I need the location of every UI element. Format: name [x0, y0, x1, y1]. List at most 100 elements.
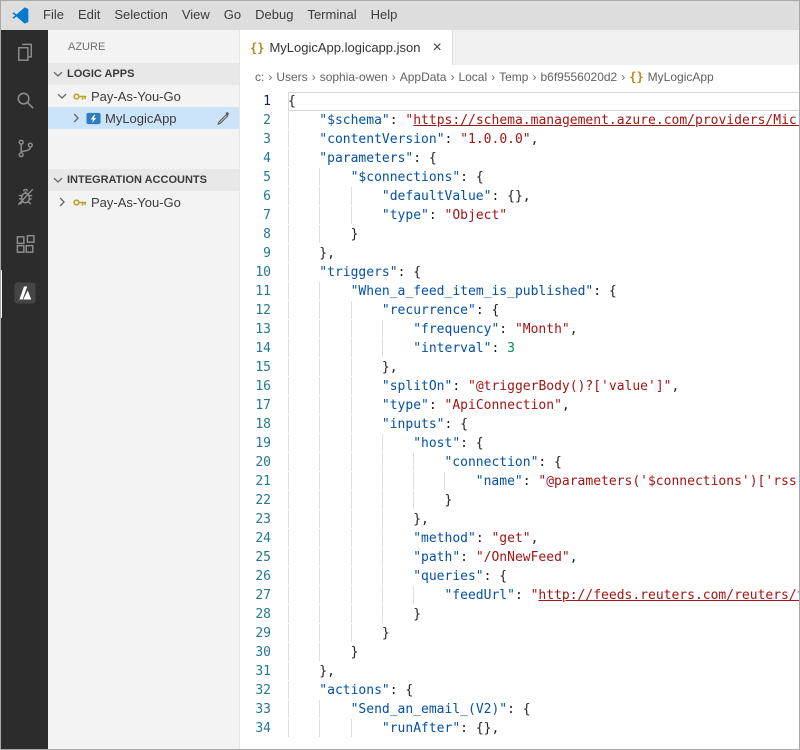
line-number[interactable]: 7 — [240, 206, 288, 225]
menu-item-go[interactable]: Go — [217, 0, 248, 30]
line-number[interactable]: 13 — [240, 320, 288, 339]
code-line-4[interactable]: 4"parameters": { — [240, 149, 800, 168]
activity-bar-item-search[interactable] — [0, 78, 48, 126]
menu-item-debug[interactable]: Debug — [248, 0, 300, 30]
code-editor[interactable]: 1{2"$schema": "https://schema.management… — [240, 89, 800, 750]
menu-item-edit[interactable]: Edit — [71, 0, 107, 30]
code-line-34[interactable]: 34"runAfter": {}, — [240, 719, 800, 738]
breadcrumb-item-c[interactable]: c: — [255, 70, 264, 84]
code-line-21[interactable]: 21"name": "@parameters('$connections')['… — [240, 472, 800, 491]
line-content[interactable]: "path": "/OnNewFeed", — [288, 548, 800, 567]
line-number[interactable]: 19 — [240, 434, 288, 453]
line-content[interactable]: "inputs": { — [288, 415, 800, 434]
line-content[interactable]: "actions": { — [288, 681, 800, 700]
line-content[interactable]: "type": "ApiConnection", — [288, 396, 800, 415]
line-content[interactable]: "contentVersion": "1.0.0.0", — [288, 130, 800, 149]
line-number[interactable]: 27 — [240, 586, 288, 605]
tab-mylogicapp[interactable]: {} MyLogicApp.logicapp.json × — [240, 30, 453, 65]
line-content[interactable]: "$schema": "https://schema.management.az… — [288, 111, 800, 130]
line-content[interactable]: "parameters": { — [288, 149, 800, 168]
line-number[interactable]: 30 — [240, 643, 288, 662]
code-line-1[interactable]: 1{ — [240, 92, 800, 111]
activity-bar-item-azure[interactable] — [0, 270, 48, 318]
code-line-20[interactable]: 20"connection": { — [240, 453, 800, 472]
tree-item-mylogicapp[interactable]: MyLogicApp — [48, 107, 239, 129]
breadcrumb-item-temp[interactable]: Temp — [499, 70, 528, 84]
activity-bar-item-explorer[interactable] — [0, 30, 48, 78]
line-number[interactable]: 10 — [240, 263, 288, 282]
code-line-26[interactable]: 26"queries": { — [240, 567, 800, 586]
code-line-3[interactable]: 3"contentVersion": "1.0.0.0", — [240, 130, 800, 149]
line-number[interactable]: 17 — [240, 396, 288, 415]
line-content[interactable]: "recurrence": { — [288, 301, 800, 320]
line-content[interactable]: "splitOn": "@triggerBody()?['value']", — [288, 377, 800, 396]
code-line-33[interactable]: 33"Send_an_email_(V2)": { — [240, 700, 800, 719]
activity-bar-item-extensions[interactable] — [0, 222, 48, 270]
code-line-29[interactable]: 29} — [240, 624, 800, 643]
code-line-5[interactable]: 5"$connections": { — [240, 168, 800, 187]
menu-item-selection[interactable]: Selection — [107, 0, 174, 30]
code-line-15[interactable]: 15}, — [240, 358, 800, 377]
line-content[interactable]: "host": { — [288, 434, 800, 453]
activity-bar-item-source-control[interactable] — [0, 126, 48, 174]
line-number[interactable]: 26 — [240, 567, 288, 586]
code-line-24[interactable]: 24"method": "get", — [240, 529, 800, 548]
line-number[interactable]: 16 — [240, 377, 288, 396]
code-line-16[interactable]: 16"splitOn": "@triggerBody()?['value']", — [240, 377, 800, 396]
line-number[interactable]: 12 — [240, 301, 288, 320]
line-number[interactable]: 9 — [240, 244, 288, 263]
code-line-11[interactable]: 11"When_a_feed_item_is_published": { — [240, 282, 800, 301]
code-line-31[interactable]: 31}, — [240, 662, 800, 681]
code-line-12[interactable]: 12"recurrence": { — [240, 301, 800, 320]
code-line-17[interactable]: 17"type": "ApiConnection", — [240, 396, 800, 415]
line-number[interactable]: 31 — [240, 662, 288, 681]
line-number[interactable]: 32 — [240, 681, 288, 700]
line-number[interactable]: 5 — [240, 168, 288, 187]
line-content[interactable]: "interval": 3 — [288, 339, 800, 358]
code-line-30[interactable]: 30} — [240, 643, 800, 662]
line-content[interactable]: "$connections": { — [288, 168, 800, 187]
line-content[interactable]: } — [288, 491, 800, 510]
section-header-integration-accounts[interactable]: INTEGRATION ACCOUNTS — [48, 169, 239, 191]
code-line-23[interactable]: 23}, — [240, 510, 800, 529]
code-line-32[interactable]: 32"actions": { — [240, 681, 800, 700]
line-content[interactable]: "When_a_feed_item_is_published": { — [288, 282, 800, 301]
line-number[interactable]: 1 — [240, 92, 288, 111]
code-line-10[interactable]: 10"triggers": { — [240, 263, 800, 282]
chevron-right-icon[interactable] — [54, 194, 70, 210]
line-content[interactable]: "queries": { — [288, 567, 800, 586]
menu-item-file[interactable]: File — [36, 0, 71, 30]
line-number[interactable]: 2 — [240, 111, 288, 130]
tab-close-icon[interactable]: × — [433, 40, 442, 56]
code-line-19[interactable]: 19"host": { — [240, 434, 800, 453]
code-line-13[interactable]: 13"frequency": "Month", — [240, 320, 800, 339]
menu-item-terminal[interactable]: Terminal — [300, 0, 363, 30]
line-content[interactable]: }, — [288, 662, 800, 681]
line-number[interactable]: 3 — [240, 130, 288, 149]
line-number[interactable]: 18 — [240, 415, 288, 434]
breadcrumb-item-local[interactable]: Local — [458, 70, 487, 84]
line-content[interactable]: "method": "get", — [288, 529, 800, 548]
tree-item-pay-as-you-go[interactable]: Pay-As-You-Go — [48, 191, 239, 213]
line-content[interactable]: "Send_an_email_(V2)": { — [288, 700, 800, 719]
line-content[interactable]: "frequency": "Month", — [288, 320, 800, 339]
line-number[interactable]: 24 — [240, 529, 288, 548]
line-content[interactable]: "runAfter": {}, — [288, 719, 800, 738]
line-number[interactable]: 20 — [240, 453, 288, 472]
code-line-9[interactable]: 9}, — [240, 244, 800, 263]
line-content[interactable]: "type": "Object" — [288, 206, 800, 225]
chevron-right-icon[interactable] — [68, 110, 84, 126]
activity-bar-item-debug[interactable] — [0, 174, 48, 222]
line-number[interactable]: 22 — [240, 491, 288, 510]
line-number[interactable]: 34 — [240, 719, 288, 738]
code-line-2[interactable]: 2"$schema": "https://schema.management.a… — [240, 111, 800, 130]
line-number[interactable]: 21 — [240, 472, 288, 491]
code-line-18[interactable]: 18"inputs": { — [240, 415, 800, 434]
line-content[interactable]: } — [288, 624, 800, 643]
tree-item-pay-as-you-go[interactable]: Pay-As-You-Go — [48, 85, 239, 107]
code-line-8[interactable]: 8} — [240, 225, 800, 244]
line-content[interactable]: "name": "@parameters('$connections')['rs… — [288, 472, 800, 491]
line-content[interactable]: } — [288, 605, 800, 624]
breadcrumb-item-b6f9556020d2[interactable]: b6f9556020d2 — [540, 70, 617, 84]
edit-icon[interactable] — [216, 111, 230, 128]
